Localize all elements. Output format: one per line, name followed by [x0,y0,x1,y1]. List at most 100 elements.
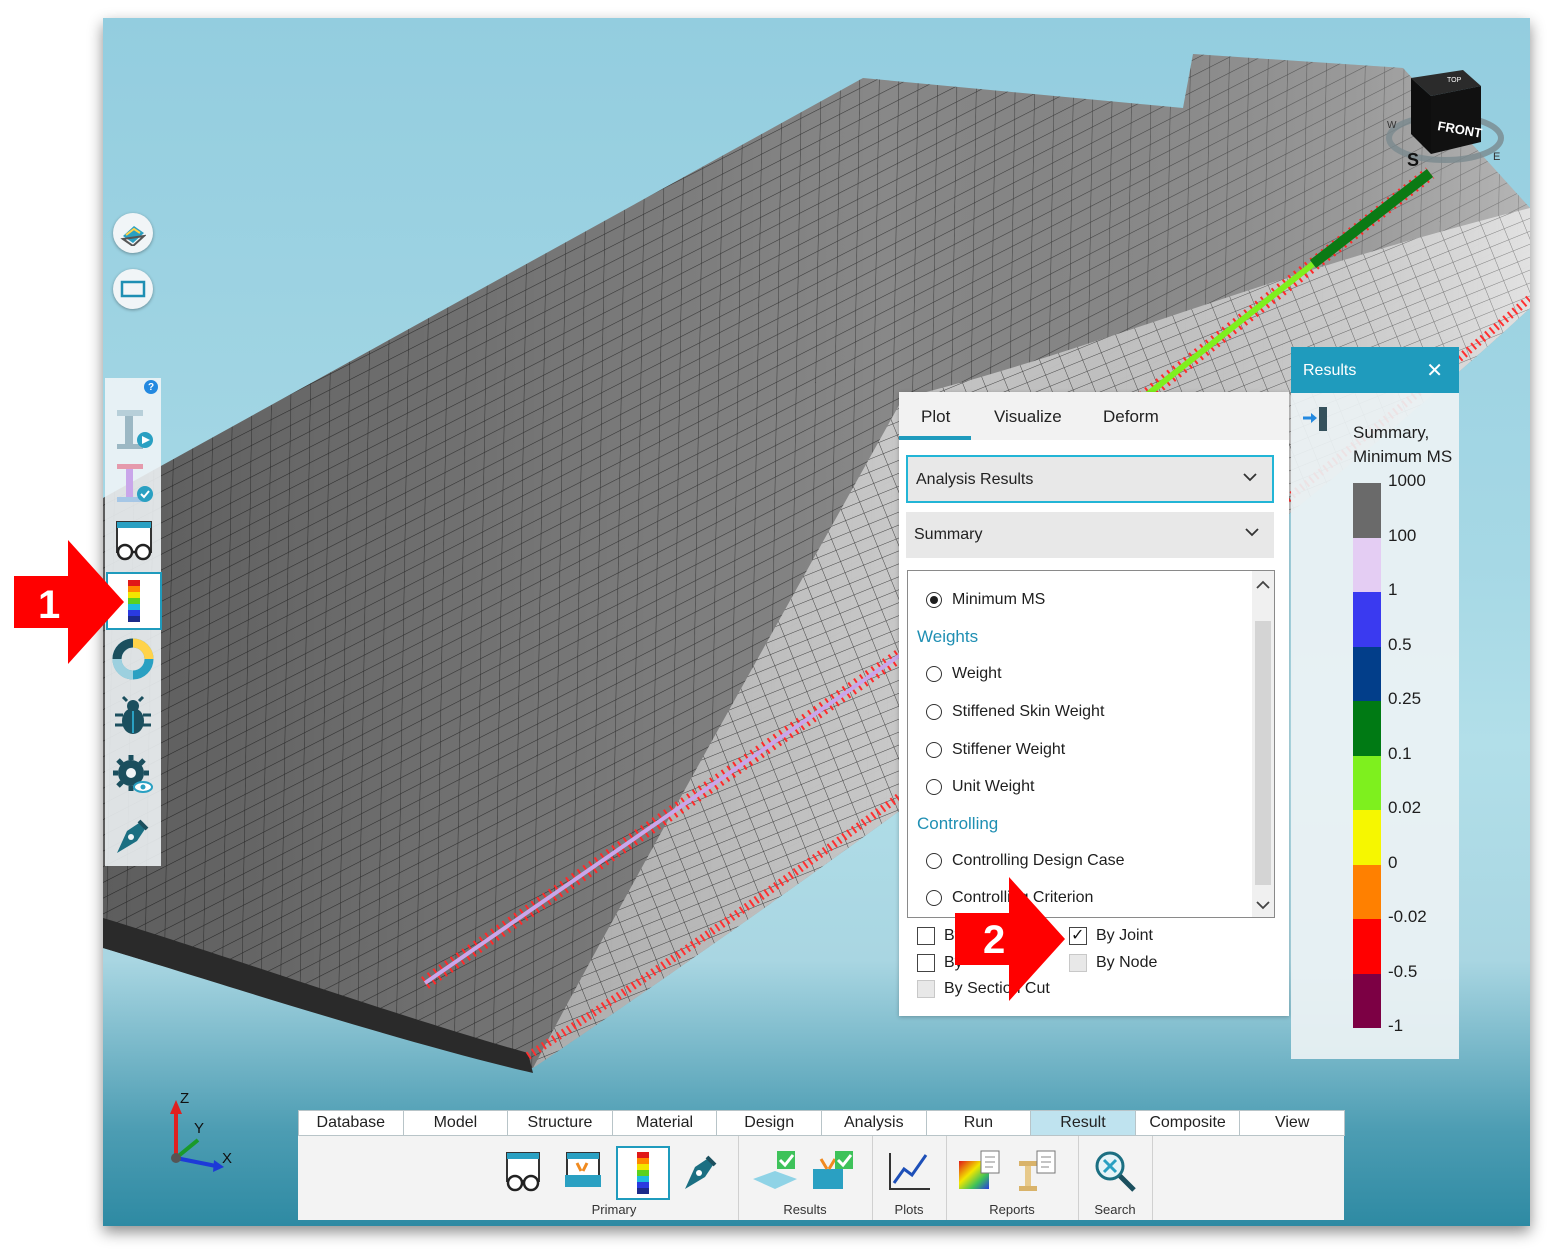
checkbox[interactable] [917,954,935,972]
chevron-down-icon [1245,528,1259,537]
search-ribbon-button[interactable] [1090,1146,1140,1196]
ribbon-tab-structure[interactable]: Structure [507,1110,613,1136]
result-option-list[interactable]: Minimum MS Weights Weight Stiffened Skin… [907,570,1275,918]
load-window-ribbon-button[interactable] [558,1146,608,1196]
ribbon-group-results: Results [738,1136,873,1220]
legend-color-swatch [1353,537,1381,592]
ribbon-tab-view[interactable]: View [1239,1110,1345,1136]
checkbox[interactable] [1069,925,1087,945]
option-controlling-design-case[interactable]: Controlling Design Case [926,852,1125,870]
checkbox[interactable] [1069,954,1087,972]
radio-button[interactable] [926,704,942,720]
ribbon-group-plots: Plots [872,1136,947,1220]
result-contour-ribbon-button[interactable] [616,1146,670,1200]
ribbon-tab-material[interactable]: Material [611,1110,718,1136]
option-stiffened-skin-weight[interactable]: Stiffened Skin Weight [926,703,1104,721]
callout-arrow-1: 1 [14,540,124,664]
ribbon-tab-model[interactable]: Model [402,1110,509,1136]
beam-play-button[interactable] [111,404,155,454]
axis-z-label: Z [180,1090,190,1107]
legend-value-label: 100 [1388,525,1417,545]
scrollbar-thumb[interactable] [1255,621,1271,885]
visualize-ribbon-button[interactable] [498,1146,548,1196]
svg-text:TOP: TOP [1447,77,1462,84]
plot-panel-tabs: Plot Visualize Deform [899,392,1289,440]
legend-color-swatch [1353,810,1381,865]
pin-panel-icon[interactable] [1301,405,1329,433]
ribbon-tab-database[interactable]: Database [298,1110,404,1136]
radio-button[interactable] [926,890,942,906]
group-controlling-heading: Controlling [917,814,999,833]
legend-color-swatch [1353,483,1381,538]
legend-color-swatch [1353,701,1381,756]
legend-color-swatch [1353,864,1381,919]
debug-button[interactable] [111,692,155,742]
plots-ribbon-button[interactable] [884,1146,934,1196]
close-icon[interactable]: ✕ [1426,358,1443,383]
beam-check-button[interactable] [111,458,155,508]
legend-value-label: 0 [1388,852,1398,872]
gear-eye-icon [113,755,153,793]
radio-button[interactable] [926,779,942,795]
callout-arrow-2: 2 [955,877,1065,1001]
by-joint-checkbox[interactable]: By Joint [1069,925,1153,945]
annotate-button[interactable] [111,810,155,860]
line-chart-icon [889,1153,930,1190]
layers-icon [120,226,146,246]
legend-value-label: 0.5 [1388,634,1412,654]
settings-view-button[interactable] [111,750,155,800]
svg-text:E: E [1493,151,1500,163]
by-node-checkbox[interactable]: By Node [1069,954,1157,972]
option-unit-weight[interactable]: Unit Weight [926,778,1034,796]
contour-report-ribbon-button[interactable] [954,1146,1004,1196]
annotate-ribbon-button[interactable] [676,1146,726,1196]
radio-button[interactable] [926,742,942,758]
ribbon-tab-composite[interactable]: Composite [1134,1110,1241,1136]
option-weight[interactable]: Weight [926,665,1002,683]
search-icon [1095,1151,1136,1192]
window-view-button[interactable] [113,269,153,309]
legend-color-swatch [1353,592,1381,647]
chevron-up-icon[interactable] [1252,575,1274,595]
result-type-value: Summary [914,526,983,543]
ribbon-tab-run[interactable]: Run [925,1110,1032,1136]
list-scrollbar[interactable] [1252,571,1274,917]
ribbon-tab-design[interactable]: Design [716,1110,822,1136]
legend-value-label: -0.5 [1388,961,1418,981]
radio-button[interactable] [926,592,942,608]
tab-plot[interactable]: Plot [921,407,950,427]
axis-x-label: X [222,1150,233,1167]
beam-report-ribbon-button[interactable] [1010,1146,1060,1196]
result-type-dropdown[interactable]: Summary [906,512,1274,558]
option-minimum-ms[interactable]: Minimum MS [926,591,1045,609]
bug-icon [115,695,151,734]
radio-button[interactable] [926,666,942,682]
results-check-ribbon-button[interactable] [750,1146,800,1196]
pen-nib-icon [685,1155,717,1189]
results-panel: Results ✕ Summary, Minimum MS 1000 100 1 0.… [1291,347,1459,1059]
checkbox[interactable] [917,980,935,998]
radio-button[interactable] [926,853,942,869]
layer-view-button[interactable] [113,213,153,253]
ribbon-tab-result[interactable]: Result [1030,1110,1136,1136]
tab-deform[interactable]: Deform [1103,407,1159,427]
legend-value-label: 0.02 [1388,798,1422,817]
ribbon-group-label-results: Results [783,1202,827,1217]
ribbon-group-search: Search [1078,1136,1153,1220]
tab-visualize[interactable]: Visualize [994,407,1062,427]
results-panel-header: Results ✕ [1291,347,1459,393]
load-check-icon [813,1151,853,1189]
ribbon-group-label-primary: Primary [591,1202,637,1217]
view-cube[interactable]: FRONT TOP S W E [1385,66,1505,166]
legend-value-label: 0.25 [1388,689,1422,708]
results-load-check-ribbon-button[interactable] [808,1146,858,1196]
help-icon[interactable]: ? [144,380,158,394]
ribbon-tab-analysis[interactable]: Analysis [821,1110,927,1136]
panel-check-icon [753,1151,797,1189]
result-source-dropdown[interactable]: Analysis Results [906,455,1274,503]
chevron-down-icon[interactable] [1252,895,1274,915]
ribbon-group-primary: Primary [490,1136,739,1220]
checkbox[interactable] [917,927,935,945]
option-stiffener-weight[interactable]: Stiffener Weight [926,741,1065,759]
result-source-value: Analysis Results [916,471,1034,488]
